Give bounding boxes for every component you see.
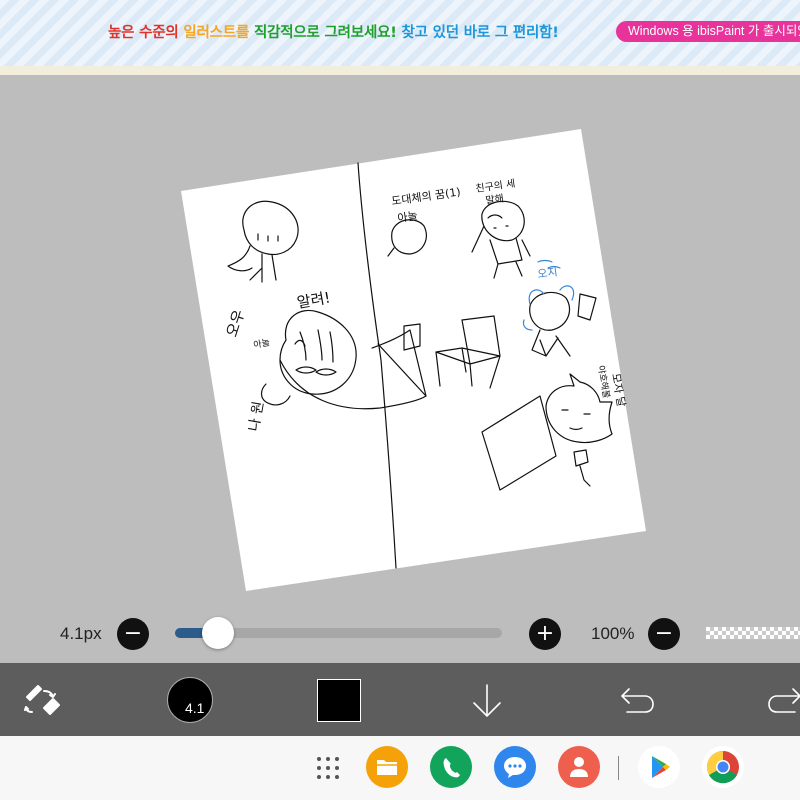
drawing-canvas-area[interactable]: 도대체의 꿈(1) 아놀 친구의 세 말해 오우 알려! 아놀 나 원 오지 야… [0,75,800,663]
opacity-label: 100% [591,624,635,643]
color-picker-button[interactable] [317,679,361,722]
banner-seg-3: 직감적으로 [253,25,325,41]
bottom-toolbar [0,663,800,736]
banner-seg-2: 일러스트를 [183,25,254,41]
brush-size-slider-thumb[interactable] [201,617,234,649]
arrow-down-icon[interactable] [471,682,503,720]
drawing-canvas[interactable]: 도대체의 꿈(1) 아놀 친구의 세 말해 오우 알려! 아놀 나 원 오지 야… [0,75,800,663]
opacity-slider[interactable] [706,627,800,639]
brush-size-label: 4.1px [60,624,102,643]
brush-size-decrease-button[interactable]: − [117,618,149,650]
app-grid-icon[interactable] [316,756,340,780]
brush-eraser-swap-icon[interactable] [24,684,62,718]
windows-release-badge[interactable]: Windows 용 ibisPaint 가 출시되었습니다 [616,21,800,42]
redo-icon[interactable] [767,686,800,716]
phone-icon[interactable] [430,746,472,788]
messages-icon[interactable] [494,746,536,788]
banner-seg-1: 높은 수준의 [108,25,184,41]
banner-seg-5: 찾고 있던 바로 그 편리함! [401,25,559,41]
nav-divider [618,756,619,780]
play-store-icon[interactable] [638,746,680,788]
brush-size-increase-button[interactable]: + [529,618,561,650]
contacts-icon[interactable] [558,746,600,788]
banner-seg-4: 그려보세요! [324,25,402,41]
opacity-decrease-button[interactable]: − [648,618,680,650]
my-files-icon[interactable] [366,746,408,788]
chrome-icon[interactable] [702,746,744,788]
promo-banner[interactable]: 높은 수준의 일러스트를 직감적으로 그려보세요! 찾고 있던 바로 그 편리함… [0,0,800,75]
undo-icon[interactable] [619,686,655,716]
brush-size-preview-label: 4.1 [185,700,205,716]
promo-banner-text: 높은 수준의 일러스트를 직감적으로 그려보세요! 찾고 있던 바로 그 편리함… [108,21,559,42]
